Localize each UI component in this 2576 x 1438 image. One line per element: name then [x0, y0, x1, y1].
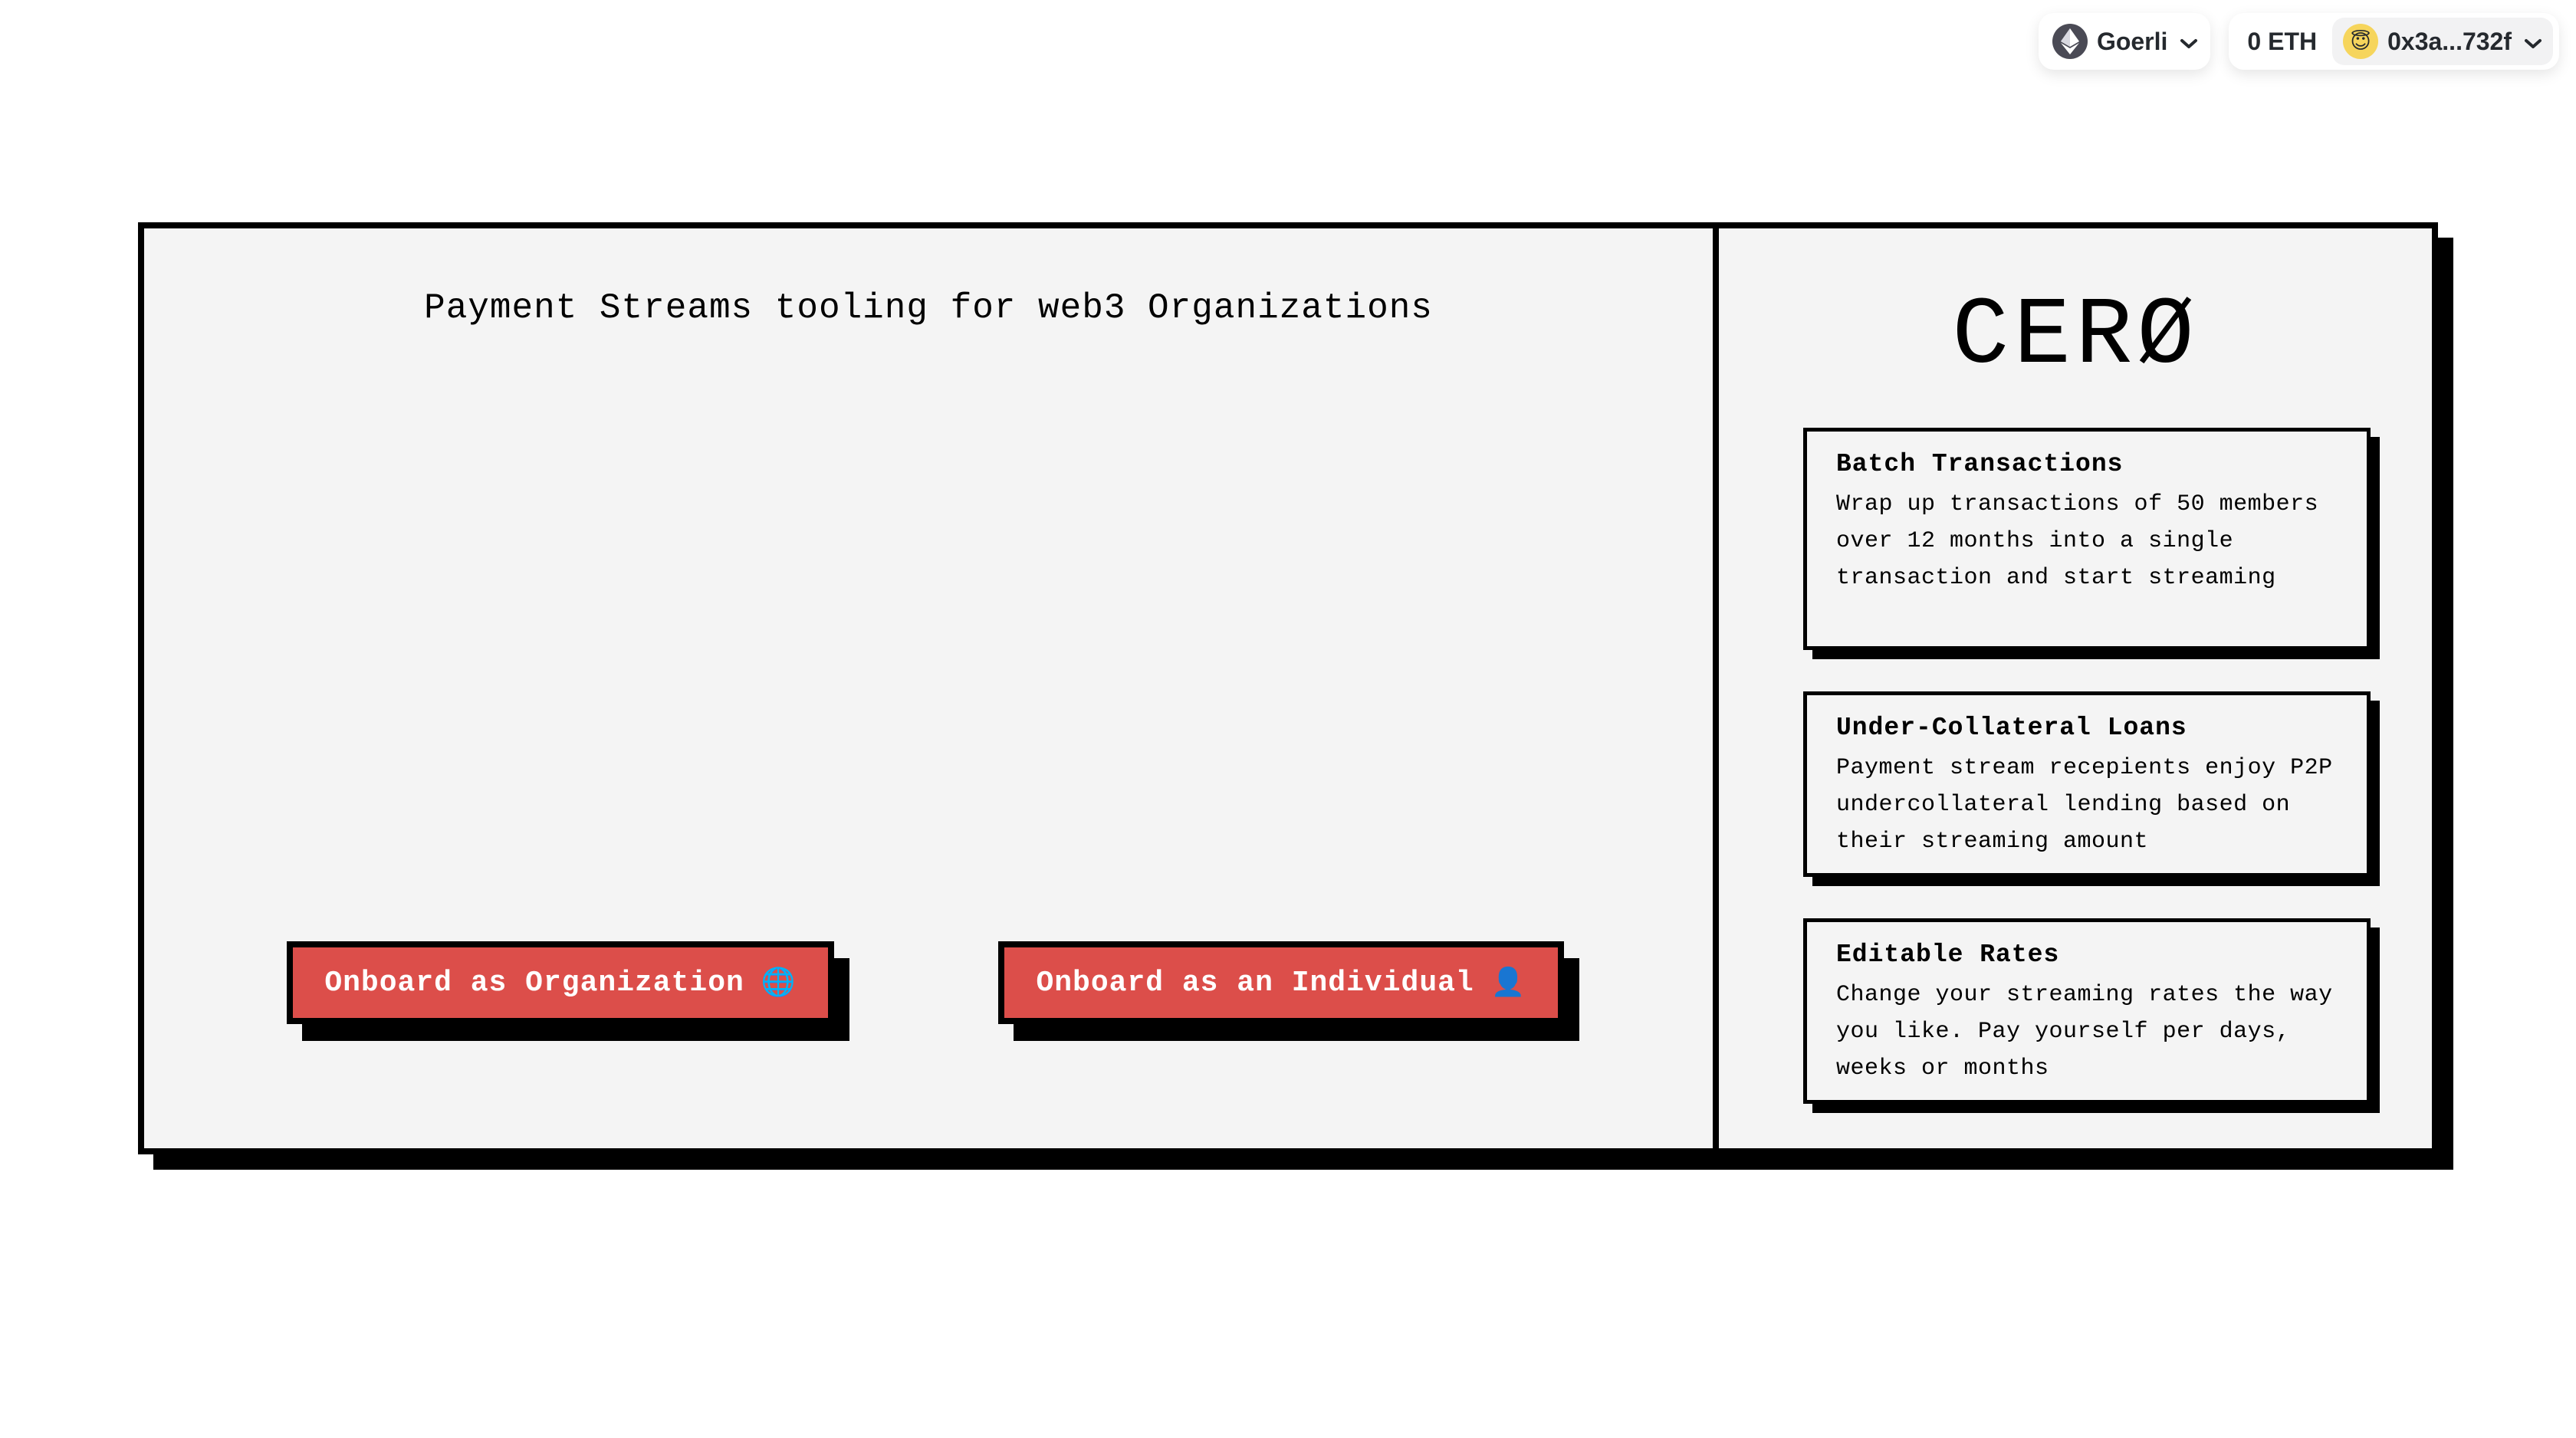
- feature-box: Editable Rates Change your streaming rat…: [1803, 918, 2371, 1104]
- feature-box: Under-Collateral Loans Payment stream re…: [1803, 691, 2371, 877]
- account-button[interactable]: 0 ETH 😇 0x3a...732f: [2229, 13, 2559, 70]
- onboard-individual-label: Onboard as an Individual: [1036, 966, 1474, 1000]
- main-card: Payment Streams tooling for web3 Organiz…: [138, 222, 2438, 1154]
- app-logo: CERØ: [1952, 284, 2199, 391]
- chevron-down-icon: [2180, 28, 2198, 56]
- onboard-individual-button[interactable]: Onboard as an Individual 👤: [998, 941, 1564, 1024]
- wallet-address: 0x3a...732f: [2387, 27, 2512, 55]
- feature-box: Batch Transactions Wrap up transactions …: [1803, 428, 2371, 650]
- feature-title: Under-Collateral Loans: [1836, 714, 2187, 742]
- globe-icon: 🌐: [761, 968, 797, 1000]
- tagline: Payment Streams tooling for web3 Organiz…: [424, 288, 1433, 328]
- onboard-organization-wrapper: Onboard as Organization 🌐: [287, 941, 849, 1041]
- network-name: Goerli: [2096, 27, 2168, 55]
- feature-description: Wrap up transactions of 50 members over …: [1836, 491, 2319, 591]
- avatar: 😇: [2343, 24, 2379, 59]
- feature-card: Batch Transactions Wrap up transactions …: [1803, 428, 2380, 659]
- onboarding-panel: Payment Streams tooling for web3 Organiz…: [144, 228, 1719, 1148]
- feature-card: Editable Rates Change your streaming rat…: [1803, 918, 2380, 1113]
- feature-card: Under-Collateral Loans Payment stream re…: [1803, 691, 2380, 886]
- features-panel: CERØ Batch Transactions Wrap up transact…: [1719, 228, 2432, 1148]
- feature-title: Editable Rates: [1836, 941, 2060, 969]
- chevron-down-icon: [2524, 28, 2542, 56]
- network-selector[interactable]: Goerli: [2038, 13, 2211, 70]
- ethereum-icon: [2052, 24, 2088, 59]
- feature-title: Batch Transactions: [1836, 450, 2124, 478]
- eth-balance: 0 ETH: [2247, 27, 2318, 55]
- onboard-organization-button[interactable]: Onboard as Organization 🌐: [287, 941, 834, 1024]
- onboard-individual-wrapper: Onboard as an Individual 👤: [998, 941, 1579, 1041]
- address-chip[interactable]: 😇 0x3a...732f: [2332, 18, 2553, 65]
- user-icon: 👤: [1490, 968, 1526, 1000]
- feature-description: Change your streaming rates the way you …: [1836, 982, 2333, 1082]
- feature-description: Payment stream recepients enjoy P2P unde…: [1836, 755, 2333, 855]
- onboard-organization-label: Onboard as Organization: [324, 966, 744, 1000]
- wallet-bar: Goerli 0 ETH 😇 0x3a...732f: [2038, 13, 2559, 70]
